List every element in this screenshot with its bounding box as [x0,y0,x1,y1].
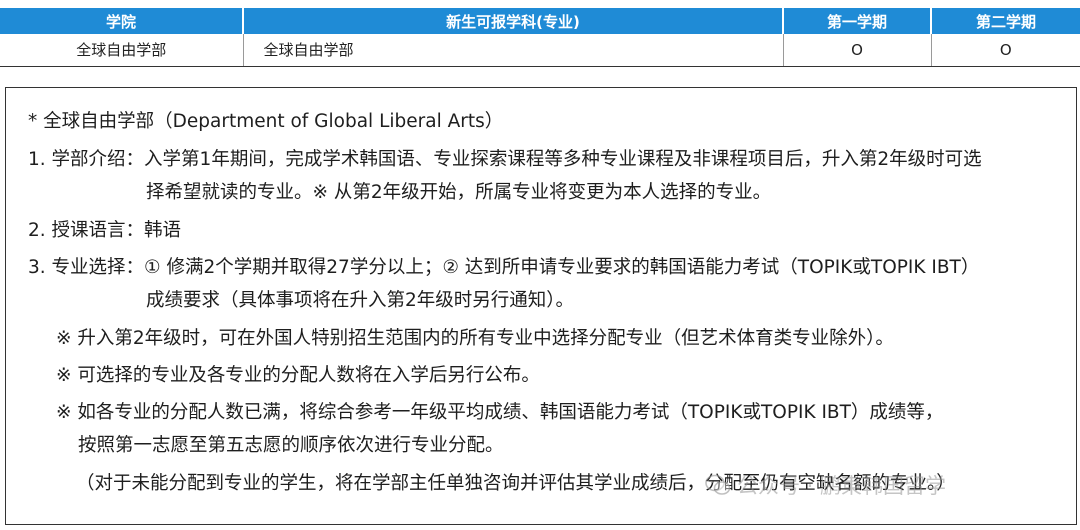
cell-major: 全球自由学部 [243,34,784,67]
item-intro-text: 入学第1年期间，完成学术韩国语、专业探索课程等多种专业课程及非课程项目后，升入第… [144,149,982,170]
cell-semester-2: O [931,34,1080,67]
table-row: 全球自由学部 全球自由学部 O O [0,34,1080,67]
table-header-row: 学院 新生可报学科(专业) 第一学期 第二学期 [0,8,1080,34]
header-semester-2: 第二学期 [931,8,1080,34]
item-major-selection: 3. 专业选择：① 修满2个学期并取得27学分以上；② 达到所申请专业要求的韩国… [28,255,979,281]
item-intro: 1. 学部介绍：入学第1年期间，完成学术韩国语、专业探索课程等多种专业课程及非课… [28,147,982,173]
notes-title: * 全球自由学部（Department of Global Liberal Ar… [28,111,504,132]
item-major-selection-continued: 成绩要求（具体事项将在升入第2年级时另行通知）。 [146,290,575,311]
header-semester-1: 第一学期 [783,8,932,34]
wechat-icon [705,474,731,495]
note-3: ※ 如各专业的分配人数已满，将综合参考一年级平均成绩、韩国语能力考试（TOPIK… [56,402,944,423]
item-major-selection-text: ① 修满2个学期并取得27学分以上；② 达到所申请专业要求的韩国语能力考试（TO… [144,257,980,278]
cell-college: 全球自由学部 [0,34,244,67]
watermark: 公众号 · 鹏東韩国留学 [705,470,946,500]
header-major: 新生可报学科(专业) [243,8,784,34]
header-college: 学院 [0,8,244,34]
item-language: 2. 授课语言：韩语 [28,218,181,244]
cell-semester-1: O [783,34,932,67]
notes-box: * 全球自由学部（Department of Global Liberal Ar… [5,87,1077,525]
item-major-selection-label: 3. 专业选择： [28,257,145,278]
item-intro-continued: 择希望就读的专业。※ 从第2年级开始，所属专业将变更为本人选择的专业。 [146,182,772,203]
item-language-text: 韩语 [144,220,182,241]
note-1: ※ 升入第2年级时，可在外国人特别招生范围内的所有专业中选择分配专业（但艺术体育… [56,328,894,349]
item-language-label: 2. 授课语言： [28,220,145,241]
note-2: ※ 可选择的专业及各专业的分配人数将在入学后另行公布。 [56,365,540,386]
watermark-text: 公众号 · 鹏東韩国留学 [737,474,947,498]
note-3-continued: 按照第一志愿至第五志愿的顺序依次进行专业分配。 [78,435,504,456]
item-intro-label: 1. 学部介绍： [28,149,145,170]
admission-table: 学院 新生可报学科(专业) 第一学期 第二学期 全球自由学部 全球自由学部 O … [0,8,1080,67]
